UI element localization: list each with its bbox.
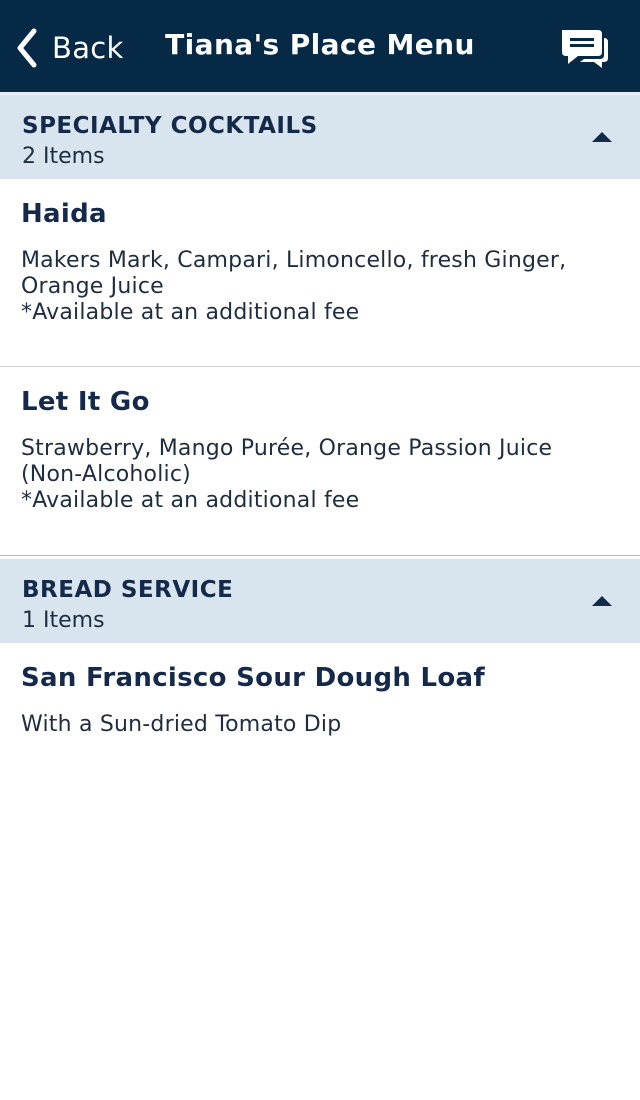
menu-item: Let It Go Strawberry, Mango Purée, Orang… [0,367,640,556]
menu-item-description: With a Sun-dried Tomato Dip [21,712,618,738]
menu-item: San Francisco Sour Dough Loaf With a Sun… [0,643,640,763]
menu-item-name: San Francisco Sour Dough Loaf [21,663,486,693]
menu-item-description-line: (Non-Alcoholic) [21,462,191,487]
collapse-caret-icon [592,596,612,606]
menu-item-name: Haida [21,199,107,229]
menu-item-fee-note: *Available at an additional fee [21,488,360,513]
section-header-bread-service[interactable]: BREAD SERVICE 1 Items [0,559,640,643]
menu-item-description-line: With a Sun-dried Tomato Dip [21,712,342,737]
navigation-bar: Back Tiana's Place Menu [0,0,640,95]
menu-item-description: Makers Mark, Campari, Limoncello, fresh … [21,248,618,300]
back-label: Back [52,31,124,65]
menu-item-name: Let It Go [21,387,150,417]
menu-item-fee-note: *Available at an additional fee [21,300,360,325]
chevron-left-icon [16,28,38,68]
section-title: SPECIALTY COCKTAILS [22,113,318,139]
menu-item: Haida Makers Mark, Campari, Limoncello, … [0,179,640,367]
section-title: BREAD SERVICE [22,577,234,603]
menu-item-description-line: Orange Juice [21,274,164,299]
menu-item-description-line: Makers Mark, Campari, Limoncello, fresh … [21,248,567,273]
back-button[interactable]: Back [16,26,124,70]
section-header-specialty-cocktails[interactable]: SPECIALTY COCKTAILS 2 Items [0,95,640,179]
chat-bubbles-icon [558,30,610,74]
section-specialty-cocktails: SPECIALTY COCKTAILS 2 Items Haida Makers… [0,95,640,556]
menu-item-description: Strawberry, Mango Purée, Orange Passion … [21,436,618,488]
section-item-count: 1 Items [22,608,105,633]
collapse-caret-icon [592,132,612,142]
section-item-count: 2 Items [22,144,105,169]
chat-button[interactable] [558,26,610,70]
menu-item-description-line: Strawberry, Mango Purée, Orange Passion … [21,436,553,461]
section-bread-service: BREAD SERVICE 1 Items San Francisco Sour… [0,559,640,763]
